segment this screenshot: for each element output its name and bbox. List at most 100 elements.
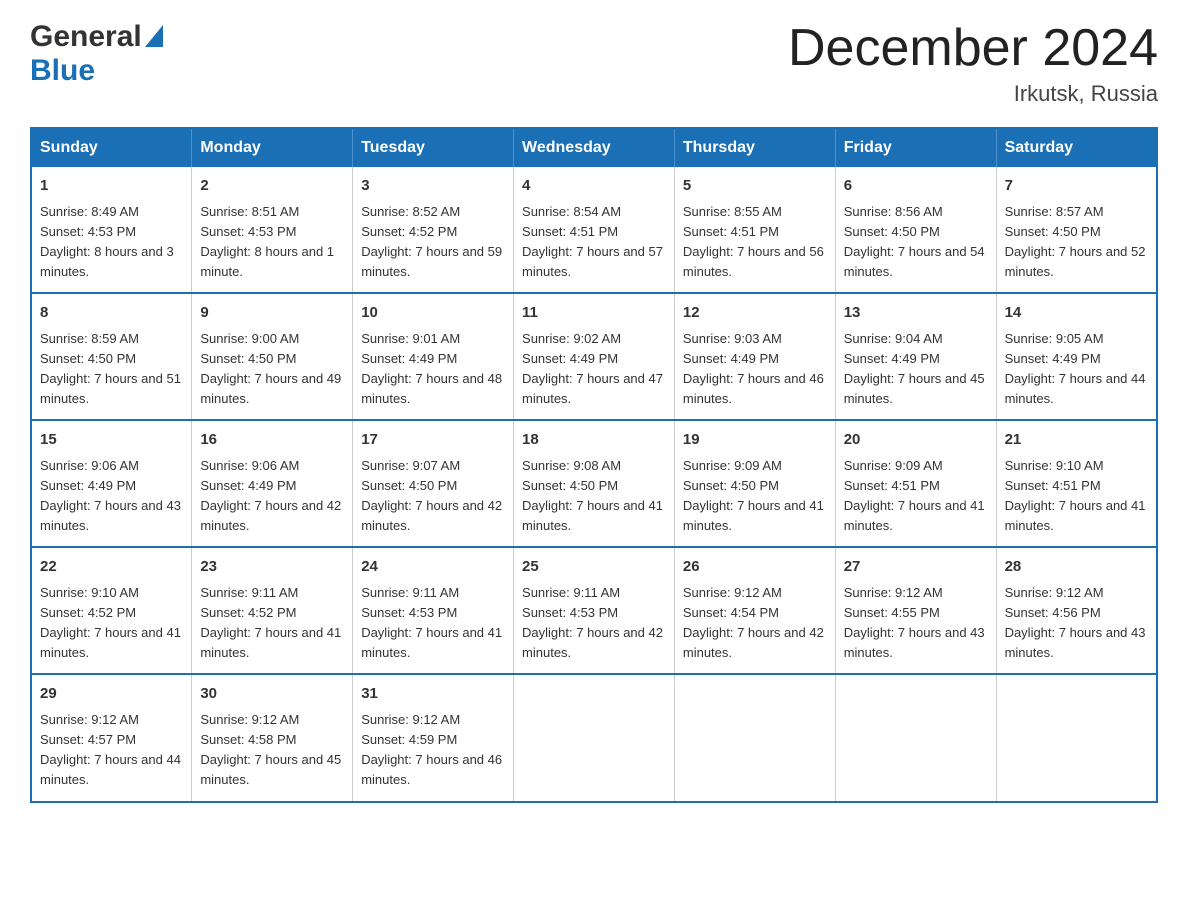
day-number: 3 xyxy=(361,175,505,198)
header-tuesday: Tuesday xyxy=(353,128,514,167)
day-info: Sunrise: 9:06 AMSunset: 4:49 PMDaylight:… xyxy=(40,456,183,537)
day-number: 26 xyxy=(683,556,827,579)
day-info: Sunrise: 8:54 AMSunset: 4:51 PMDaylight:… xyxy=(522,202,666,283)
logo-general-text: General xyxy=(30,20,142,54)
calendar-day-cell: 20 Sunrise: 9:09 AMSunset: 4:51 PMDayligh… xyxy=(835,420,996,547)
month-title: December 2024 xyxy=(788,20,1158,77)
day-info: Sunrise: 9:12 AMSunset: 4:59 PMDaylight:… xyxy=(361,710,505,791)
calendar-day-cell xyxy=(996,674,1157,801)
location: Irkutsk, Russia xyxy=(788,81,1158,107)
day-number: 23 xyxy=(200,556,344,579)
day-number: 18 xyxy=(522,429,666,452)
day-number: 29 xyxy=(40,683,183,706)
logo-blue-text: Blue xyxy=(30,54,95,87)
calendar-day-cell: 18 Sunrise: 9:08 AMSunset: 4:50 PMDayligh… xyxy=(514,420,675,547)
header-saturday: Saturday xyxy=(996,128,1157,167)
header-friday: Friday xyxy=(835,128,996,167)
calendar-day-cell: 4 Sunrise: 8:54 AMSunset: 4:51 PMDaylight… xyxy=(514,167,675,293)
calendar-week-row: 8Sunrise: 8:59 AMSunset: 4:50 PMDaylight… xyxy=(31,293,1157,420)
calendar-day-cell: 25Sunrise: 9:11 AMSunset: 4:53 PMDayligh… xyxy=(514,547,675,674)
calendar-day-cell: 13 Sunrise: 9:04 AMSunset: 4:49 PMDayligh… xyxy=(835,293,996,420)
day-number: 1 xyxy=(40,175,183,198)
calendar-day-cell: 28Sunrise: 9:12 AMSunset: 4:56 PMDayligh… xyxy=(996,547,1157,674)
calendar-day-cell: 21Sunrise: 9:10 AMSunset: 4:51 PMDayligh… xyxy=(996,420,1157,547)
logo: General Blue xyxy=(30,20,163,88)
day-info: Sunrise: 8:56 AMSunset: 4:50 PMDaylight:… xyxy=(844,202,988,283)
day-info: Sunrise: 9:12 AMSunset: 4:58 PMDaylight:… xyxy=(200,710,344,791)
day-number: 24 xyxy=(361,556,505,579)
day-info: Sunrise: 9:02 AMSunset: 4:49 PMDaylight:… xyxy=(522,329,666,410)
calendar-week-row: 1 Sunrise: 8:49 AMSunset: 4:53 PMDaylight… xyxy=(31,167,1157,293)
day-info: Sunrise: 8:49 AMSunset: 4:53 PMDaylight:… xyxy=(40,202,183,283)
day-info: Sunrise: 9:11 AMSunset: 4:52 PMDaylight:… xyxy=(200,583,344,664)
title-section: December 2024 Irkutsk, Russia xyxy=(788,20,1158,107)
day-info: Sunrise: 8:52 AMSunset: 4:52 PMDaylight:… xyxy=(361,202,505,283)
calendar-day-cell: 26 Sunrise: 9:12 AMSunset: 4:54 PMDayligh… xyxy=(674,547,835,674)
header-thursday: Thursday xyxy=(674,128,835,167)
page-header: General Blue December 2024 Irkutsk, Russ… xyxy=(30,20,1158,107)
day-number: 17 xyxy=(361,429,505,452)
calendar-day-cell: 11 Sunrise: 9:02 AMSunset: 4:49 PMDayligh… xyxy=(514,293,675,420)
day-info: Sunrise: 9:03 AMSunset: 4:49 PMDaylight:… xyxy=(683,329,827,410)
day-number: 27 xyxy=(844,556,988,579)
day-number: 12 xyxy=(683,302,827,325)
day-info: Sunrise: 9:11 AMSunset: 4:53 PMDaylight:… xyxy=(361,583,505,664)
day-number: 25 xyxy=(522,556,666,579)
calendar-day-cell: 23 Sunrise: 9:11 AMSunset: 4:52 PMDayligh… xyxy=(192,547,353,674)
day-number: 2 xyxy=(200,175,344,198)
calendar-day-cell: 3 Sunrise: 8:52 AMSunset: 4:52 PMDaylight… xyxy=(353,167,514,293)
calendar-day-cell: 2 Sunrise: 8:51 AMSunset: 4:53 PMDaylight… xyxy=(192,167,353,293)
day-number: 30 xyxy=(200,683,344,706)
calendar-day-cell xyxy=(835,674,996,801)
day-info: Sunrise: 8:59 AMSunset: 4:50 PMDaylight:… xyxy=(40,329,183,410)
calendar-week-row: 29Sunrise: 9:12 AMSunset: 4:57 PMDayligh… xyxy=(31,674,1157,801)
calendar-day-cell: 6 Sunrise: 8:56 AMSunset: 4:50 PMDaylight… xyxy=(835,167,996,293)
day-number: 6 xyxy=(844,175,988,198)
day-info: Sunrise: 9:01 AMSunset: 4:49 PMDaylight:… xyxy=(361,329,505,410)
day-number: 13 xyxy=(844,302,988,325)
calendar-header-row: Sunday Monday Tuesday Wednesday Thursday… xyxy=(31,128,1157,167)
header-wednesday: Wednesday xyxy=(514,128,675,167)
calendar-day-cell: 1 Sunrise: 8:49 AMSunset: 4:53 PMDaylight… xyxy=(31,167,192,293)
day-info: Sunrise: 9:09 AMSunset: 4:50 PMDaylight:… xyxy=(683,456,827,537)
day-info: Sunrise: 9:12 AMSunset: 4:55 PMDaylight:… xyxy=(844,583,988,664)
day-info: Sunrise: 9:06 AMSunset: 4:49 PMDaylight:… xyxy=(200,456,344,537)
day-number: 20 xyxy=(844,429,988,452)
calendar-day-cell: 22Sunrise: 9:10 AMSunset: 4:52 PMDayligh… xyxy=(31,547,192,674)
day-info: Sunrise: 9:09 AMSunset: 4:51 PMDaylight:… xyxy=(844,456,988,537)
day-number: 11 xyxy=(522,302,666,325)
calendar-day-cell: 17 Sunrise: 9:07 AMSunset: 4:50 PMDayligh… xyxy=(353,420,514,547)
day-number: 5 xyxy=(683,175,827,198)
calendar-day-cell: 31 Sunrise: 9:12 AMSunset: 4:59 PMDayligh… xyxy=(353,674,514,801)
calendar-day-cell: 29Sunrise: 9:12 AMSunset: 4:57 PMDayligh… xyxy=(31,674,192,801)
day-info: Sunrise: 9:12 AMSunset: 4:54 PMDaylight:… xyxy=(683,583,827,664)
calendar-day-cell: 9 Sunrise: 9:00 AMSunset: 4:50 PMDaylight… xyxy=(192,293,353,420)
header-monday: Monday xyxy=(192,128,353,167)
calendar-table: Sunday Monday Tuesday Wednesday Thursday… xyxy=(30,127,1158,802)
day-info: Sunrise: 9:00 AMSunset: 4:50 PMDaylight:… xyxy=(200,329,344,410)
day-info: Sunrise: 8:51 AMSunset: 4:53 PMDaylight:… xyxy=(200,202,344,283)
day-number: 4 xyxy=(522,175,666,198)
calendar-day-cell: 16Sunrise: 9:06 AMSunset: 4:49 PMDayligh… xyxy=(192,420,353,547)
day-info: Sunrise: 9:07 AMSunset: 4:50 PMDaylight:… xyxy=(361,456,505,537)
day-info: Sunrise: 9:08 AMSunset: 4:50 PMDaylight:… xyxy=(522,456,666,537)
day-number: 7 xyxy=(1005,175,1148,198)
calendar-day-cell: 14Sunrise: 9:05 AMSunset: 4:49 PMDayligh… xyxy=(996,293,1157,420)
day-info: Sunrise: 9:10 AMSunset: 4:52 PMDaylight:… xyxy=(40,583,183,664)
day-number: 19 xyxy=(683,429,827,452)
calendar-week-row: 15Sunrise: 9:06 AMSunset: 4:49 PMDayligh… xyxy=(31,420,1157,547)
day-info: Sunrise: 9:10 AMSunset: 4:51 PMDaylight:… xyxy=(1005,456,1148,537)
day-info: Sunrise: 9:12 AMSunset: 4:56 PMDaylight:… xyxy=(1005,583,1148,664)
day-info: Sunrise: 9:04 AMSunset: 4:49 PMDaylight:… xyxy=(844,329,988,410)
day-number: 31 xyxy=(361,683,505,706)
day-number: 14 xyxy=(1005,302,1148,325)
day-info: Sunrise: 8:57 AMSunset: 4:50 PMDaylight:… xyxy=(1005,202,1148,283)
calendar-day-cell xyxy=(514,674,675,801)
day-number: 10 xyxy=(361,302,505,325)
header-sunday: Sunday xyxy=(31,128,192,167)
calendar-day-cell: 7 Sunrise: 8:57 AMSunset: 4:50 PMDaylight… xyxy=(996,167,1157,293)
calendar-day-cell xyxy=(674,674,835,801)
calendar-day-cell: 24 Sunrise: 9:11 AMSunset: 4:53 PMDayligh… xyxy=(353,547,514,674)
day-number: 9 xyxy=(200,302,344,325)
calendar-day-cell: 19 Sunrise: 9:09 AMSunset: 4:50 PMDayligh… xyxy=(674,420,835,547)
